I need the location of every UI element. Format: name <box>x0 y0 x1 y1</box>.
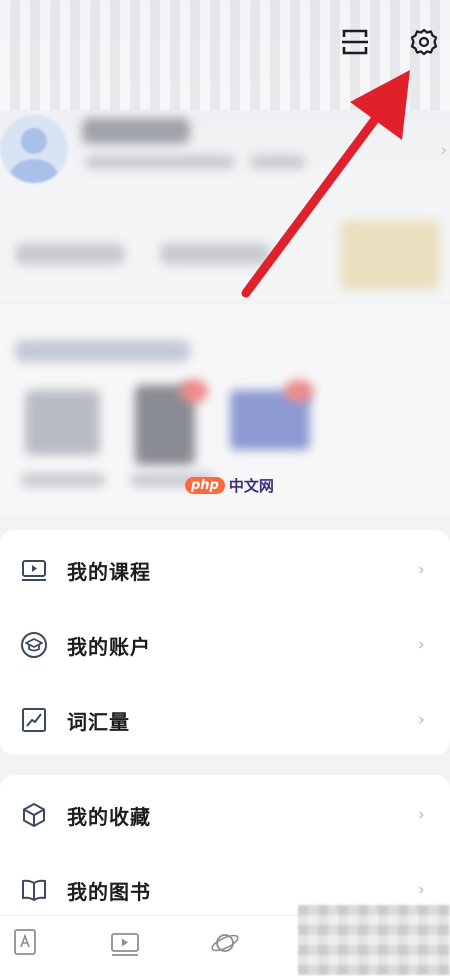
chevron-right-icon: › <box>418 805 425 825</box>
menu-item-label: 我的收藏 <box>67 804 151 829</box>
menu-item-my-courses[interactable]: 我的课程 › <box>0 540 450 600</box>
chevron-right-icon: › <box>418 710 425 730</box>
menu-item-my-account[interactable]: 我的账户 › <box>0 615 450 675</box>
open-book-icon <box>19 875 49 905</box>
chevron-right-icon: › <box>418 560 425 580</box>
menu-item-label: 我的课程 <box>67 559 151 584</box>
scan-icon <box>342 29 368 55</box>
watermark: php 中文网 <box>185 475 274 496</box>
stat-blurred-1 <box>15 243 125 265</box>
feature-badge-3 <box>285 380 313 402</box>
user-avatar-icon <box>10 128 58 183</box>
planet-icon <box>211 934 239 952</box>
watermark-text: 中文网 <box>228 477 274 495</box>
feature-badge-2 <box>180 380 208 402</box>
menu-item-vocabulary[interactable]: 词汇量 › <box>0 690 450 750</box>
feature-caption-1 <box>20 473 105 487</box>
user-tag-blurred <box>250 155 305 169</box>
menu-card-1: 我的课程 › 我的账户 › 词汇量 › <box>0 530 450 755</box>
watermark-badge: php <box>185 477 225 494</box>
line-chart-icon <box>19 705 49 735</box>
scan-button[interactable] <box>337 24 373 60</box>
pixelated-region <box>298 905 450 975</box>
stat-blurred-2 <box>160 243 270 265</box>
tab-learn[interactable] <box>85 916 165 976</box>
menu-item-my-favorites[interactable]: 我的收藏 › <box>0 785 450 845</box>
profile-chevron-icon[interactable]: › <box>440 140 447 161</box>
header-background-pattern <box>0 0 450 110</box>
dictionary-icon <box>14 929 36 955</box>
gear-icon <box>410 28 438 56</box>
feature-thumb-1[interactable] <box>25 390 100 455</box>
chevron-right-icon: › <box>418 635 425 655</box>
tab-community[interactable] <box>185 916 265 976</box>
user-info-blurred <box>85 155 235 169</box>
username-blurred <box>82 118 190 144</box>
graduation-cap-icon <box>19 630 49 660</box>
feature-title-blurred <box>15 340 190 362</box>
avatar[interactable] <box>0 115 68 183</box>
menu-item-label: 我的图书 <box>67 879 151 904</box>
video-course-icon <box>19 555 49 585</box>
settings-button[interactable] <box>406 24 442 60</box>
menu-item-label: 词汇量 <box>67 709 130 734</box>
banner-blurred[interactable] <box>340 220 440 290</box>
tab-dictionary[interactable] <box>0 916 65 976</box>
cube-icon <box>19 800 49 830</box>
menu-item-label: 我的账户 <box>67 634 151 659</box>
video-play-icon <box>111 933 139 956</box>
chevron-right-icon: › <box>418 880 425 900</box>
